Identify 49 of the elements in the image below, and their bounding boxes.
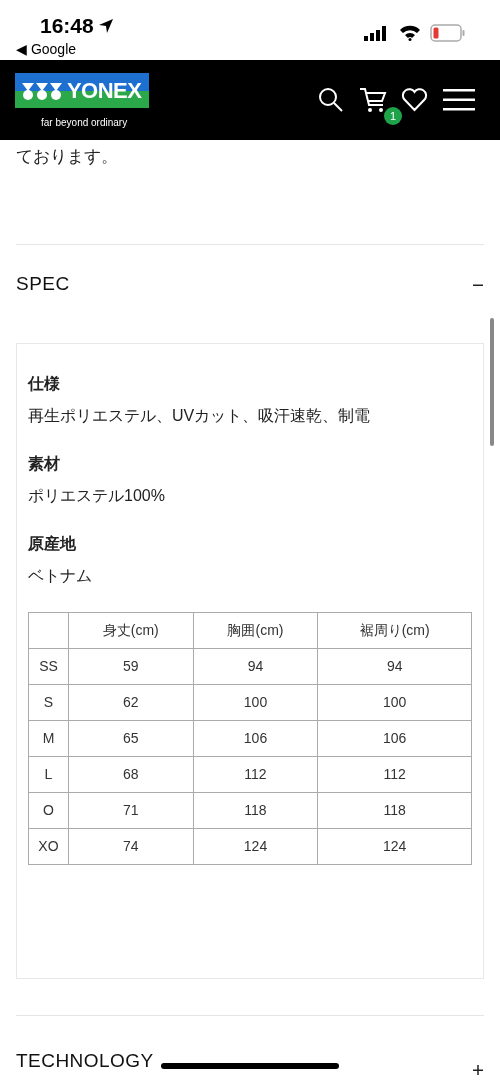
menu-icon[interactable]	[443, 89, 475, 111]
table-cell: SS	[39, 657, 58, 674]
brand-tagline: far beyond ordinary	[41, 116, 128, 130]
location-arrow-icon	[97, 17, 114, 34]
search-icon[interactable]	[318, 87, 344, 113]
heart-icon[interactable]	[401, 88, 428, 112]
table-cell: 106	[383, 729, 407, 746]
table-cell: 124	[243, 837, 268, 854]
table-cell: 71	[123, 801, 139, 818]
table-cell: 112	[244, 765, 267, 782]
accordion-title[interactable]: SPEC	[16, 270, 70, 299]
description-text: ております。	[15, 146, 119, 168]
table-cell: 65	[123, 729, 139, 746]
table-cell: 68	[123, 765, 139, 782]
table-cell: 118	[383, 801, 406, 818]
table-cell: 62	[123, 693, 139, 710]
table-cell: O	[43, 801, 54, 818]
table-cell: 100	[243, 693, 268, 710]
table-cell: 118	[244, 801, 267, 818]
signal-icon	[364, 26, 388, 41]
cart-count-badge: 1	[384, 107, 402, 125]
table-cell: XO	[38, 837, 59, 854]
table-cell: 94	[386, 657, 403, 674]
cart-icon[interactable]	[359, 87, 387, 113]
clock-time: 16:48	[40, 13, 94, 39]
table-cell: L	[44, 765, 53, 782]
column-header: 身丈(cm)	[102, 621, 159, 638]
back-link[interactable]: ◀ Google	[16, 39, 77, 60]
spec-label: 仕様	[28, 373, 61, 394]
accordion-title[interactable]: TECHNOLOGY	[16, 1047, 154, 1076]
table-cell: 94	[247, 657, 264, 674]
wifi-icon	[399, 24, 421, 41]
table-cell: 106	[243, 729, 268, 746]
table-cell: 112	[383, 765, 406, 782]
table-cell: 74	[123, 837, 139, 854]
table-cell: 59	[123, 657, 139, 674]
table-cell: 124	[383, 837, 407, 854]
table-cell: M	[42, 729, 55, 746]
spec-value: 再生ポリエステル、UVカット、吸汗速乾、制電	[28, 405, 372, 426]
spec-label: 素材	[28, 453, 61, 474]
spec-label: 原産地	[28, 533, 77, 554]
table-cell: 100	[383, 693, 407, 710]
column-header: 裾周り(cm)	[359, 621, 430, 638]
plus-icon[interactable]	[472, 1063, 484, 1076]
spec-value: ベトナム	[28, 565, 93, 586]
column-header: 胸囲(cm)	[227, 621, 284, 638]
spec-value: ポリエステル100%	[28, 485, 166, 506]
table-cell: S	[43, 693, 54, 710]
battery-icon	[430, 24, 466, 42]
